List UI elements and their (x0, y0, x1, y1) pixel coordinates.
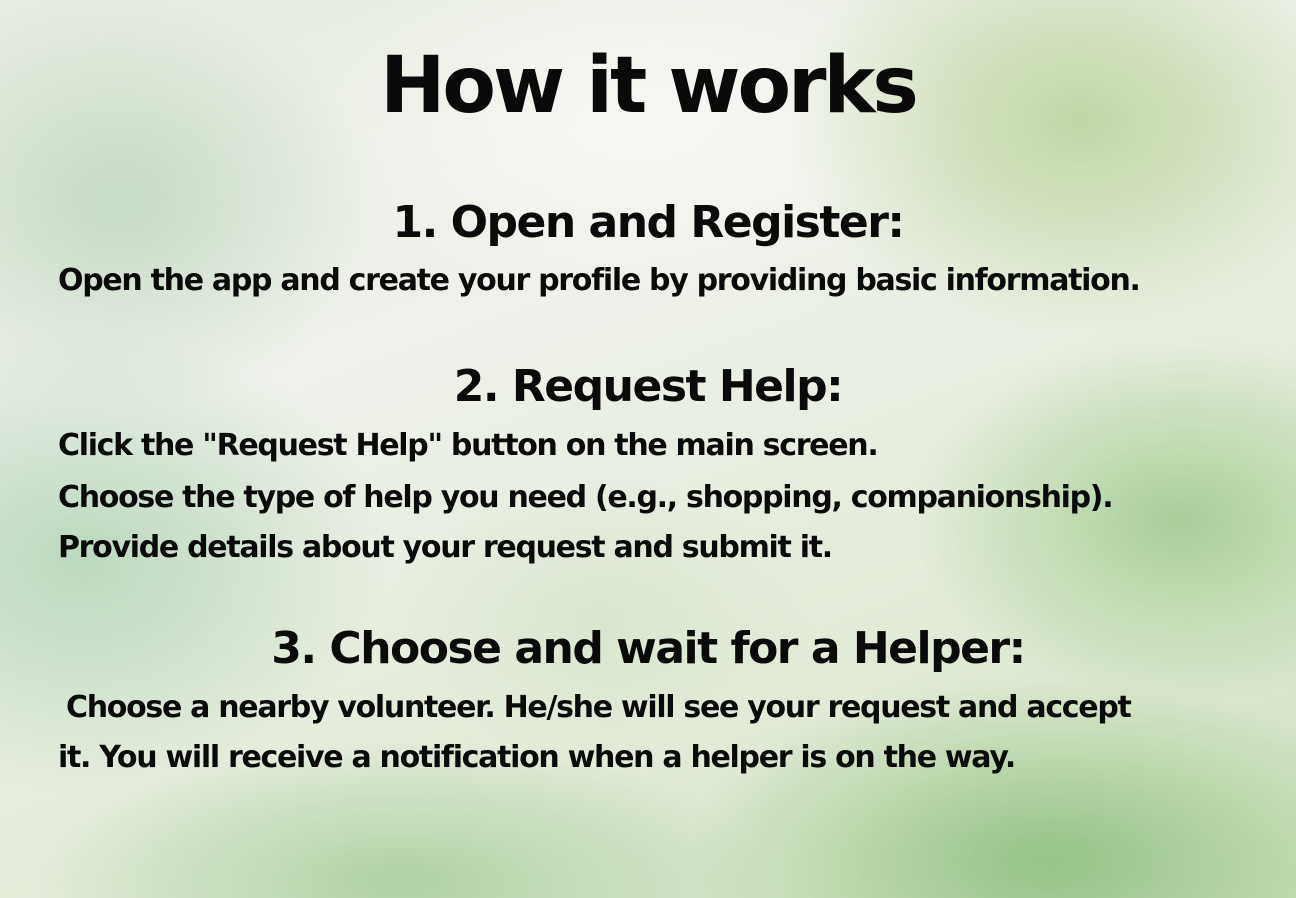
step-1-text: Open the app and create your profile by … (58, 263, 1141, 298)
how-it-works-panel: How it works 1. Open and Register: Open … (0, 0, 1296, 898)
step-3-heading: 3. Choose and wait for a Helper: (271, 623, 1026, 674)
page-title: How it works (380, 41, 919, 131)
step-3-text-line-2: it. You will receive a notification when… (58, 740, 1016, 775)
step-2-text-line-1: Click the "Request Help" button on the m… (58, 428, 879, 463)
step-2-text-line-2: Choose the type of help you need (e.g., … (58, 480, 1114, 515)
step-2-text-line-3: Provide details about your request and s… (58, 530, 833, 565)
step-3-text-line-1: Choose a nearby volunteer. He/she will s… (66, 690, 1132, 725)
step-2-heading: 2. Request Help: (453, 361, 844, 412)
step-1-heading: 1. Open and Register: (392, 197, 905, 248)
